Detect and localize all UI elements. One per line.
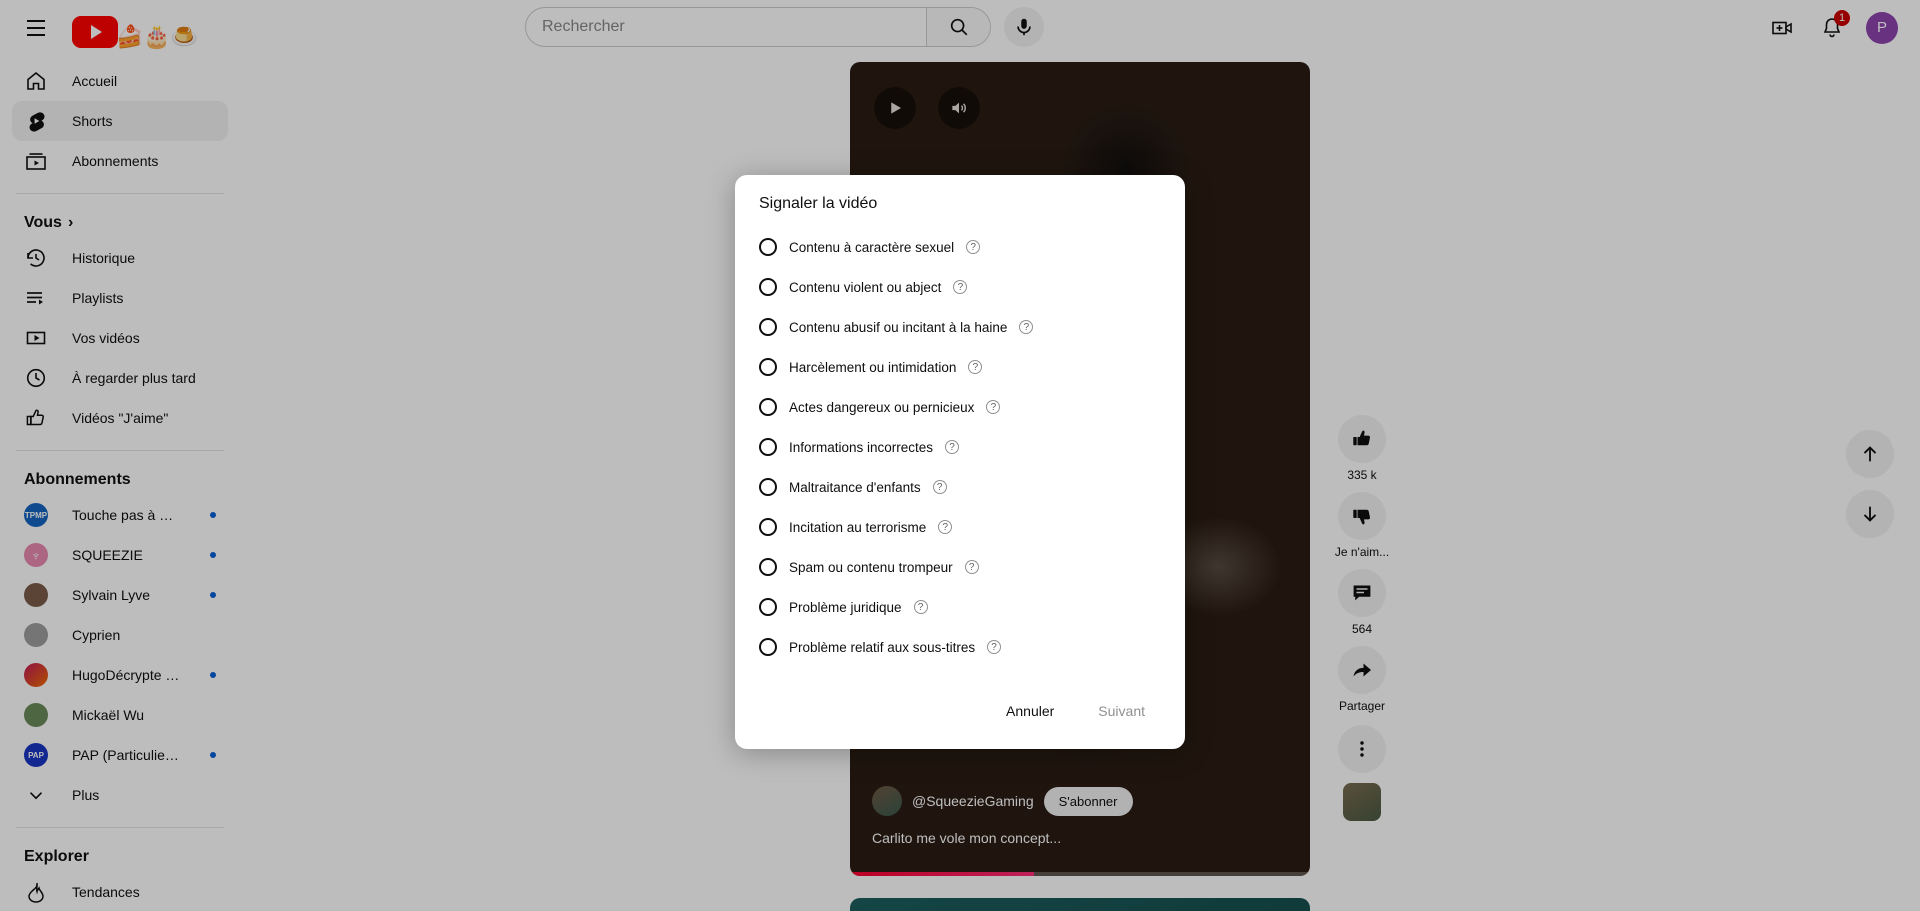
help-icon[interactable]: ? — [986, 400, 1001, 414]
radio-button[interactable] — [759, 558, 777, 576]
report-option-legal-issue[interactable]: Problème juridique ? — [735, 587, 1185, 627]
option-label: Maltraitance d'enfants — [789, 479, 921, 495]
report-option-violent-content[interactable]: Contenu violent ou abject ? — [735, 267, 1185, 307]
option-label: Spam ou contenu trompeur — [789, 559, 953, 575]
help-icon[interactable]: ? — [953, 280, 968, 294]
option-label: Problème juridique — [789, 599, 902, 615]
option-label: Harcèlement ou intimidation — [789, 359, 957, 375]
report-option-terrorism[interactable]: Incitation au terrorisme ? — [735, 507, 1185, 547]
report-option-hateful-content[interactable]: Contenu abusif ou incitant à la haine ? — [735, 307, 1185, 347]
help-icon[interactable]: ? — [945, 440, 960, 454]
radio-button[interactable] — [759, 278, 777, 296]
report-option-child-abuse[interactable]: Maltraitance d'enfants ? — [735, 467, 1185, 507]
report-reason-list: Contenu à caractère sexuel ? Contenu vio… — [735, 221, 1185, 675]
report-option-sexual-content[interactable]: Contenu à caractère sexuel ? — [735, 227, 1185, 267]
report-option-captions-issue[interactable]: Problème relatif aux sous-titres ? — [735, 627, 1185, 667]
radio-button[interactable] — [759, 318, 777, 336]
radio-button[interactable] — [759, 398, 777, 416]
help-icon[interactable]: ? — [964, 560, 979, 574]
next-button[interactable]: Suivant — [1082, 693, 1161, 729]
report-video-dialog: Signaler la vidéo Contenu à caractère se… — [735, 175, 1185, 749]
report-option-spam[interactable]: Spam ou contenu trompeur ? — [735, 547, 1185, 587]
cancel-button[interactable]: Annuler — [990, 693, 1070, 729]
help-icon[interactable]: ? — [932, 480, 947, 494]
option-label: Informations incorrectes — [789, 439, 934, 455]
dialog-actions: Annuler Suivant — [735, 675, 1185, 749]
dialog-title: Signaler la vidéo — [759, 195, 878, 212]
help-icon[interactable]: ? — [968, 360, 983, 374]
report-option-harassment[interactable]: Harcèlement ou intimidation ? — [735, 347, 1185, 387]
option-label: Contenu violent ou abject — [789, 279, 942, 295]
radio-button[interactable] — [759, 598, 777, 616]
radio-button[interactable] — [759, 638, 777, 656]
option-label: Contenu à caractère sexuel — [789, 239, 955, 255]
option-label: Incitation au terrorisme — [789, 519, 927, 535]
report-option-dangerous-acts[interactable]: Actes dangereux ou pernicieux ? — [735, 387, 1185, 427]
radio-button[interactable] — [759, 478, 777, 496]
help-icon[interactable]: ? — [938, 520, 953, 534]
option-label: Problème relatif aux sous-titres — [789, 639, 976, 655]
youtube-shorts-page: 🍰🎂🍮 Rechercher 1 P Accueil Shorts Abonne… — [0, 0, 1920, 911]
option-label: Actes dangereux ou pernicieux — [789, 399, 975, 415]
help-icon[interactable]: ? — [987, 640, 1002, 654]
radio-button[interactable] — [759, 518, 777, 536]
radio-button[interactable] — [759, 238, 777, 256]
radio-button[interactable] — [759, 438, 777, 456]
help-icon[interactable]: ? — [966, 240, 981, 254]
report-option-misinformation[interactable]: Informations incorrectes ? — [735, 427, 1185, 467]
help-icon[interactable]: ? — [913, 600, 928, 614]
radio-button[interactable] — [759, 358, 777, 376]
option-label: Contenu abusif ou incitant à la haine — [789, 319, 1008, 335]
help-icon[interactable]: ? — [1019, 320, 1034, 334]
